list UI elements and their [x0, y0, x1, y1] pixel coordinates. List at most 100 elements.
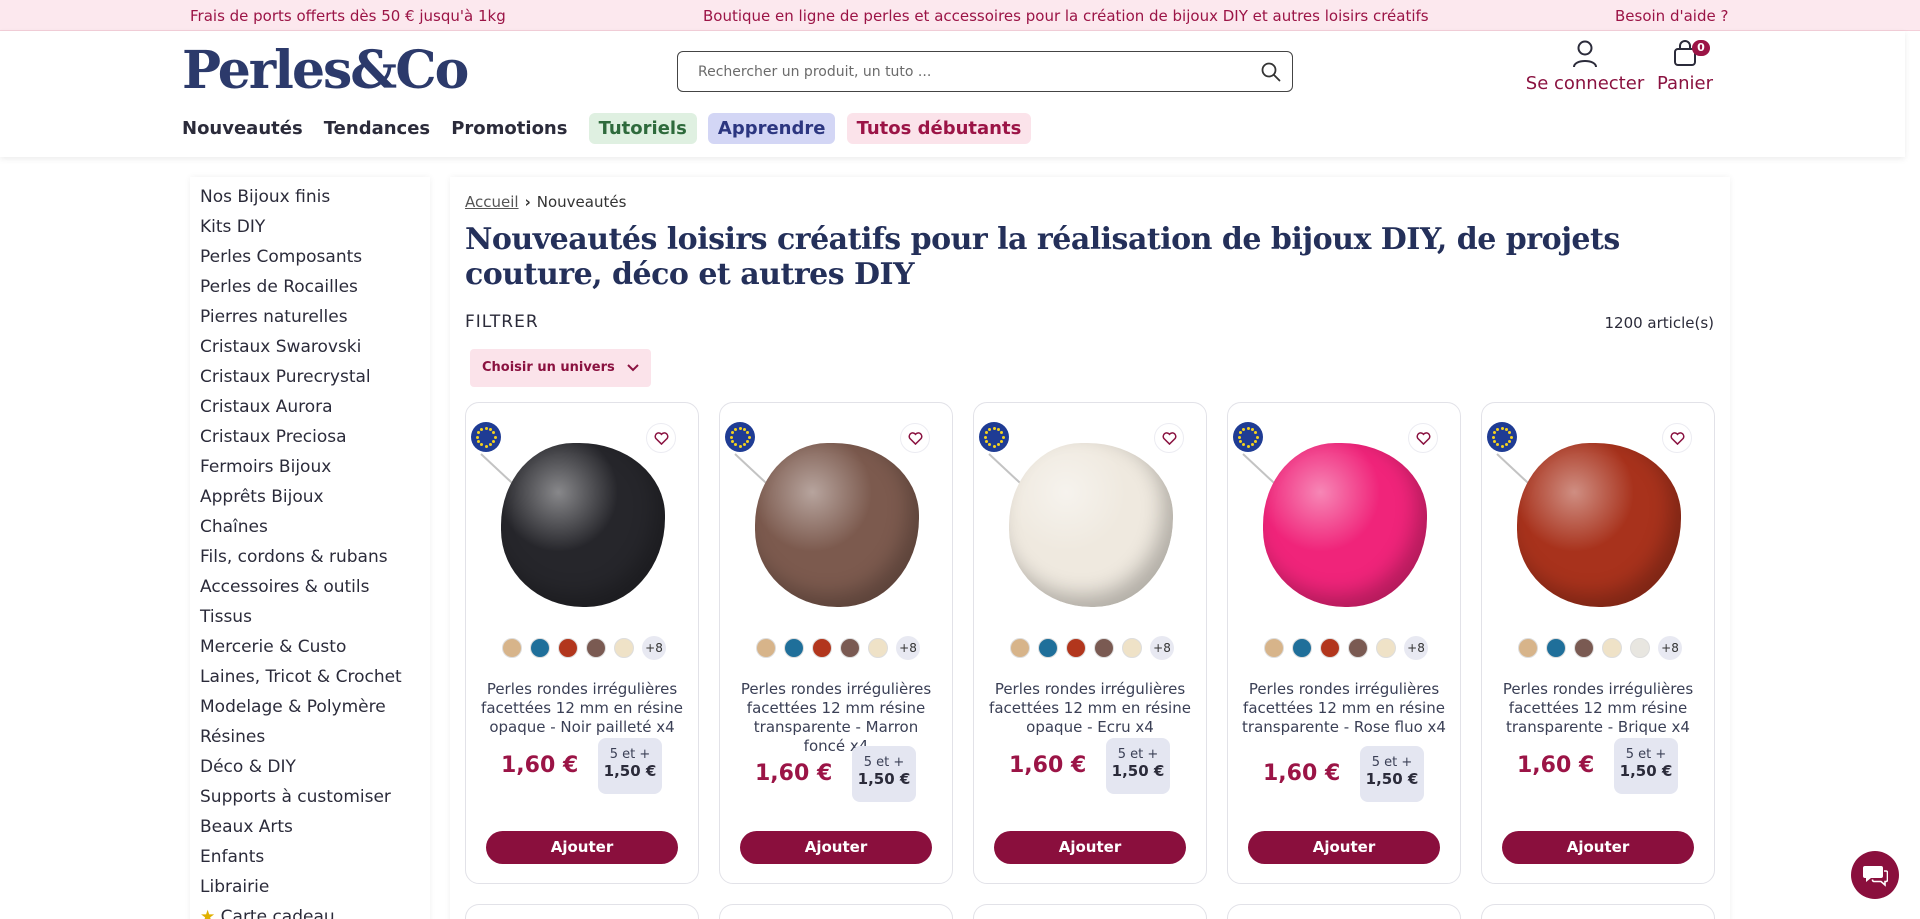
user-icon [1573, 40, 1597, 68]
product-card[interactable]: +8 Perles rondes irrégulières facettées … [719, 402, 953, 884]
color-swatch[interactable] [1574, 638, 1594, 658]
universe-dropdown[interactable]: Choisir un univers [470, 349, 652, 387]
product-name[interactable]: Perles rondes irrégulières facettées 12 … [1494, 680, 1702, 737]
sidebar-item[interactable]: Cristaux Aurora [200, 397, 333, 417]
more-colors-button[interactable]: +8 [642, 636, 666, 660]
color-swatch[interactable] [1264, 638, 1284, 658]
color-swatch[interactable] [530, 638, 550, 658]
sidebar-item[interactable]: Supports à customiser [200, 787, 391, 807]
product-card[interactable]: +8 Perles rondes irrégulières facettées … [1481, 402, 1715, 884]
bead-shape [1517, 443, 1681, 607]
color-swatch[interactable] [840, 638, 860, 658]
add-to-cart-button[interactable]: Ajouter [1502, 831, 1694, 864]
sidebar-item[interactable]: Cristaux Preciosa [200, 427, 347, 447]
star-icon: ★ [200, 907, 216, 919]
sidebar-item[interactable]: Librairie [200, 877, 269, 897]
sidebar-item[interactable]: Perles Composants [200, 247, 362, 267]
add-to-cart-button[interactable]: Ajouter [740, 831, 932, 864]
sidebar-item[interactable]: Accessoires & outils [200, 577, 369, 597]
site-logo[interactable]: Perles&Co [182, 41, 482, 101]
sidebar-item[interactable]: Perles de Rocailles [200, 277, 358, 297]
sidebar-item[interactable]: Apprêts Bijoux [200, 487, 324, 507]
product-name[interactable]: Perles rondes irrégulières facettées 12 … [986, 680, 1194, 737]
sidebar-item[interactable]: Pierres naturelles [200, 307, 348, 327]
product-image[interactable] [734, 433, 934, 607]
sidebar-item-gift-card[interactable]: ★ Carte cadeau [200, 907, 335, 919]
color-swatch[interactable] [812, 638, 832, 658]
color-swatch[interactable] [558, 638, 578, 658]
nav-promotions[interactable]: Promotions [451, 113, 577, 144]
sidebar-item[interactable]: Tissus [200, 607, 252, 627]
product-card[interactable]: +8 Perles rondes irrégulières facettées … [973, 402, 1207, 884]
product-image[interactable] [480, 433, 680, 607]
sidebar-item[interactable]: Laines, Tricot & Crochet [200, 667, 402, 687]
nav-nouveautes[interactable]: Nouveautés [182, 113, 313, 144]
product-name[interactable]: Perles rondes irrégulières facettées 12 … [732, 680, 940, 756]
product-image[interactable] [1496, 433, 1696, 607]
color-swatch[interactable] [1630, 638, 1650, 658]
color-swatch[interactable] [614, 638, 634, 658]
sidebar-item[interactable]: Beaux Arts [200, 817, 293, 837]
chat-button[interactable] [1851, 851, 1899, 899]
product-price: 1,60 € [1263, 761, 1341, 786]
color-swatch[interactable] [868, 638, 888, 658]
sidebar-item[interactable]: Mercerie & Custo [200, 637, 346, 657]
product-image[interactable] [988, 433, 1188, 607]
product-name[interactable]: Perles rondes irrégulières facettées 12 … [478, 680, 686, 737]
more-colors-button[interactable]: +8 [896, 636, 920, 660]
search-box[interactable] [677, 51, 1293, 92]
more-colors-button[interactable]: +8 [1150, 636, 1174, 660]
product-card[interactable]: +8 Perles rondes irrégulières facettées … [1227, 402, 1461, 884]
color-swatch[interactable] [1122, 638, 1142, 658]
add-to-cart-button[interactable]: Ajouter [486, 831, 678, 864]
main-nav: Nouveautés Tendances Promotions Tutoriel… [182, 113, 1037, 147]
add-to-cart-button[interactable]: Ajouter [1248, 831, 1440, 864]
color-swatch[interactable] [1518, 638, 1538, 658]
color-swatch[interactable] [586, 638, 606, 658]
color-swatch[interactable] [784, 638, 804, 658]
bulk-quantity-label: 5 et + [1625, 747, 1667, 762]
color-swatch[interactable] [1602, 638, 1622, 658]
search-input[interactable] [698, 61, 1238, 83]
sidebar-item[interactable]: Fils, cordons & rubans [200, 547, 388, 567]
nav-tutos-debutants[interactable]: Tutos débutants [846, 113, 1032, 144]
search-icon[interactable] [1260, 61, 1282, 83]
nav-apprendre[interactable]: Apprendre [707, 113, 836, 144]
product-image[interactable] [1242, 433, 1442, 607]
color-swatch[interactable] [1320, 638, 1340, 658]
color-swatch[interactable] [1292, 638, 1312, 658]
color-swatch[interactable] [1546, 638, 1566, 658]
sidebar-item[interactable]: Chaînes [200, 517, 268, 537]
sidebar-item[interactable]: Enfants [200, 847, 264, 867]
nav-tutoriels[interactable]: Tutoriels [588, 113, 697, 144]
product-card-next-row [1481, 904, 1715, 919]
sidebar-item[interactable]: Fermoirs Bijoux [200, 457, 331, 477]
sidebar-item[interactable]: Résines [200, 727, 265, 747]
bulk-price-badge: 5 et + 1,50 € [598, 738, 662, 794]
breadcrumb-home[interactable]: Accueil [465, 193, 519, 211]
color-swatches: +8 [720, 636, 952, 660]
login-button[interactable]: Se connecter [1505, 39, 1665, 99]
color-swatch[interactable] [756, 638, 776, 658]
sidebar-item[interactable]: Déco & DIY [200, 757, 296, 777]
sidebar-item[interactable]: Modelage & Polymère [200, 697, 386, 717]
color-swatch[interactable] [502, 638, 522, 658]
sidebar-item[interactable]: Cristaux Swarovski [200, 337, 361, 357]
nav-tendances[interactable]: Tendances [324, 113, 440, 144]
color-swatch[interactable] [1348, 638, 1368, 658]
help-link[interactable]: Besoin d'aide ? [1615, 7, 1728, 25]
sidebar-item[interactable]: Kits DIY [200, 217, 265, 237]
color-swatch[interactable] [1094, 638, 1114, 658]
more-colors-button[interactable]: +8 [1404, 636, 1428, 660]
sidebar-item[interactable]: Cristaux Purecrystal [200, 367, 371, 387]
color-swatch[interactable] [1010, 638, 1030, 658]
color-swatch[interactable] [1066, 638, 1086, 658]
product-card[interactable]: +8 Perles rondes irrégulières facettées … [465, 402, 699, 884]
add-to-cart-button[interactable]: Ajouter [994, 831, 1186, 864]
more-colors-button[interactable]: +8 [1658, 636, 1682, 660]
sidebar-item[interactable]: Nos Bijoux finis [200, 187, 330, 207]
color-swatch[interactable] [1038, 638, 1058, 658]
product-name[interactable]: Perles rondes irrégulières facettées 12 … [1240, 680, 1448, 737]
color-swatch[interactable] [1376, 638, 1396, 658]
cart-button[interactable]: 0 Panier [1650, 39, 1720, 99]
